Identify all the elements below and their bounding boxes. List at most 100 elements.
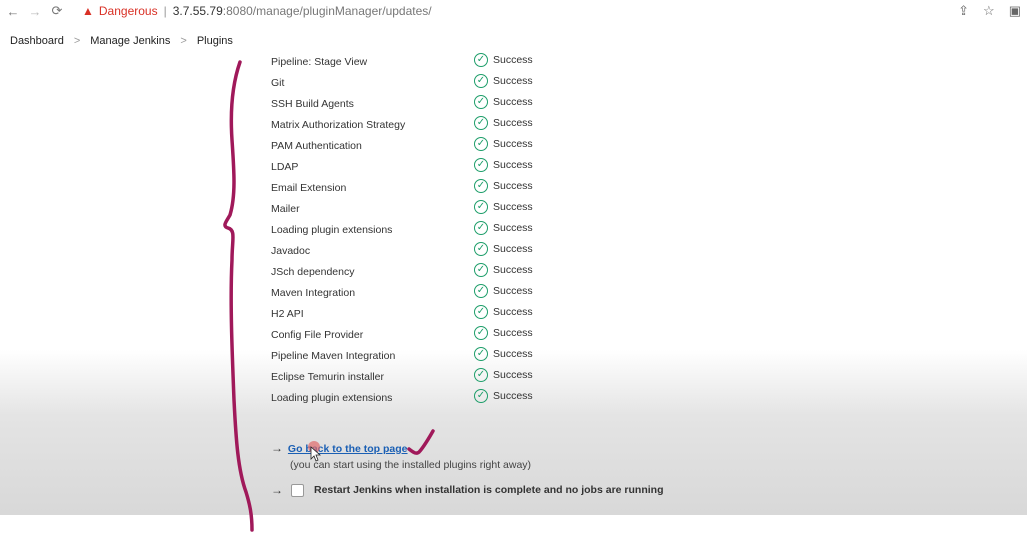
status-badge: ✓ Success — [474, 305, 533, 319]
breadcrumb: Dashboard > Manage Jenkins > Plugins — [10, 35, 233, 47]
status-badge: ✓ Success — [474, 137, 533, 151]
list-item: SSH Build Agents ✓ Success — [271, 95, 571, 116]
forward-icon[interactable]: → — [26, 4, 44, 19]
list-item: Javadoc ✓ Success — [271, 242, 571, 263]
plugin-name: SSH Build Agents — [271, 98, 354, 110]
status-badge: ✓ Success — [474, 158, 533, 172]
status-badge: ✓ Success — [474, 389, 533, 403]
list-item: Maven Integration ✓ Success — [271, 284, 571, 305]
status-text: Success — [493, 327, 533, 339]
check-circle-icon: ✓ — [474, 368, 488, 382]
status-text: Success — [493, 390, 533, 402]
security-label[interactable]: Dangerous — [99, 4, 158, 18]
check-circle-icon: ✓ — [474, 347, 488, 361]
plugin-name: Git — [271, 77, 285, 89]
status-badge: ✓ Success — [474, 242, 533, 256]
check-circle-icon: ✓ — [474, 326, 488, 340]
plugin-name: Config File Provider — [271, 329, 364, 341]
check-circle-icon: ✓ — [474, 116, 488, 130]
address-bar-actions: ⇪ ☆ ▣ — [958, 3, 1021, 19]
status-text: Success — [493, 348, 533, 360]
url-separator: | — [163, 4, 167, 18]
go-back-action: → Go back to the top page — [271, 441, 408, 455]
status-text: Success — [493, 96, 533, 108]
restart-label[interactable]: Restart Jenkins when installation is com… — [314, 484, 663, 496]
check-circle-icon: ✓ — [474, 221, 488, 235]
status-text: Success — [493, 180, 533, 192]
list-item: Eclipse Temurin installer ✓ Success — [271, 368, 571, 389]
plugin-name: LDAP — [271, 161, 299, 173]
check-circle-icon: ✓ — [474, 137, 488, 151]
check-circle-icon: ✓ — [474, 53, 488, 67]
chevron-right-icon: > — [73, 35, 81, 47]
plugin-name: Loading plugin extensions — [271, 224, 393, 236]
bookmark-star-icon[interactable]: ☆ — [983, 3, 995, 19]
breadcrumb-manage-jenkins[interactable]: Manage Jenkins — [90, 35, 170, 47]
reload-icon[interactable]: ⟳ — [48, 3, 66, 19]
check-circle-icon: ✓ — [474, 74, 488, 88]
list-item: Loading plugin extensions ✓ Success — [271, 221, 571, 242]
list-item: Mailer ✓ Success — [271, 200, 571, 221]
status-badge: ✓ Success — [474, 53, 533, 67]
status-badge: ✓ Success — [474, 347, 533, 361]
status-text: Success — [493, 75, 533, 87]
share-icon[interactable]: ⇪ — [958, 3, 969, 19]
status-badge: ✓ Success — [474, 263, 533, 277]
status-badge: ✓ Success — [474, 284, 533, 298]
status-badge: ✓ Success — [474, 95, 533, 109]
plugin-name: Loading plugin extensions — [271, 392, 393, 404]
status-text: Success — [493, 243, 533, 255]
background-footer — [0, 515, 1027, 533]
chevron-right-icon: > — [180, 35, 187, 47]
check-circle-icon: ✓ — [474, 158, 488, 172]
status-badge: ✓ Success — [474, 74, 533, 88]
url-path: :8080/manage/pluginManager/updates/ — [222, 4, 432, 18]
extension-icon[interactable]: ▣ — [1009, 3, 1021, 19]
status-badge: ✓ Success — [474, 179, 533, 193]
back-icon[interactable]: ← — [4, 4, 22, 19]
status-text: Success — [493, 201, 533, 213]
status-text: Success — [493, 369, 533, 381]
list-item: Pipeline: Stage View ✓ Success — [271, 53, 571, 74]
list-item: Pipeline Maven Integration ✓ Success — [271, 347, 571, 368]
list-item: H2 API ✓ Success — [271, 305, 571, 326]
plugin-name: Maven Integration — [271, 287, 356, 299]
breadcrumb-dashboard[interactable]: Dashboard — [10, 35, 64, 47]
check-circle-icon: ✓ — [474, 95, 488, 109]
plugin-name: H2 API — [271, 308, 304, 320]
status-text: Success — [493, 285, 533, 297]
plugin-name: Mailer — [271, 203, 300, 215]
status-badge: ✓ Success — [474, 116, 533, 130]
check-circle-icon: ✓ — [474, 179, 488, 193]
go-back-hint: (you can start using the installed plugi… — [290, 459, 532, 471]
plugin-name: Javadoc — [271, 245, 311, 257]
restart-action: → Restart Jenkins when installation is c… — [271, 483, 663, 497]
check-circle-icon: ✓ — [474, 263, 488, 277]
check-circle-icon: ✓ — [474, 305, 488, 319]
breadcrumb-plugins[interactable]: Plugins — [197, 35, 233, 47]
plugin-name: Pipeline: Stage View — [271, 56, 368, 68]
status-badge: ✓ Success — [474, 326, 533, 340]
plugin-name: Matrix Authorization Strategy — [271, 119, 406, 131]
browser-address-bar: ← → ⟳ ▲ Dangerous | 3.7.55.79:8080/manag… — [0, 0, 1027, 22]
url-host: 3.7.55.79 — [172, 4, 223, 18]
url-field[interactable]: 3.7.55.79:8080/manage/pluginManager/upda… — [173, 4, 432, 18]
plugin-name: Email Extension — [271, 182, 347, 194]
status-text: Success — [493, 54, 533, 66]
status-badge: ✓ Success — [474, 221, 533, 235]
list-item: JSch dependency ✓ Success — [271, 263, 571, 284]
list-item: Git ✓ Success — [271, 74, 571, 95]
arrow-right-icon: → — [271, 483, 283, 497]
list-item: LDAP ✓ Success — [271, 158, 571, 179]
status-text: Success — [493, 138, 533, 150]
check-circle-icon: ✓ — [474, 389, 488, 403]
restart-checkbox[interactable] — [291, 483, 304, 497]
arrow-right-icon: → — [271, 441, 283, 455]
status-badge: ✓ Success — [474, 368, 533, 382]
warning-icon: ▲ — [82, 4, 94, 18]
check-circle-icon: ✓ — [474, 200, 488, 214]
plugin-name: Eclipse Temurin installer — [271, 371, 385, 383]
list-item: PAM Authentication ✓ Success — [271, 137, 571, 158]
plugin-name: JSch dependency — [271, 266, 355, 278]
go-back-top-link[interactable]: Go back to the top page — [288, 443, 408, 455]
